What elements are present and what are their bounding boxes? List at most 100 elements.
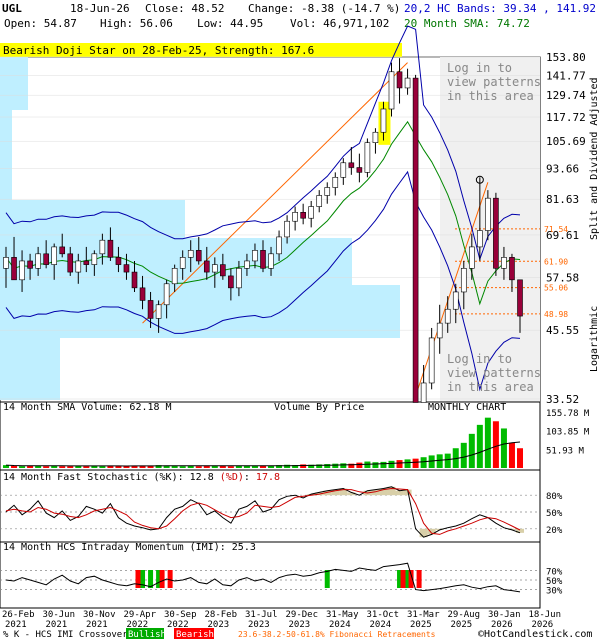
candle-body <box>83 260 90 265</box>
candle-body <box>43 253 49 265</box>
volume-bar <box>59 466 66 468</box>
date-tick-year: 2021 <box>46 620 68 630</box>
date-tick-year: 2021 <box>5 620 27 630</box>
price-tick-label: 129.74 <box>546 89 586 102</box>
date-tick-label: 31-Jul <box>245 610 278 620</box>
candle-body <box>107 239 114 258</box>
candle-body <box>469 246 475 269</box>
candle-body <box>380 108 387 133</box>
stoch-tick-label: 50% <box>546 509 563 519</box>
date-tick-label: 30-Jun <box>43 610 76 620</box>
candle-body <box>308 206 314 219</box>
candle-body <box>452 291 459 310</box>
price-tick-label: 33.52 <box>546 393 579 406</box>
price-chart: Bearish Doji Star on 28-Feb-25, Strength… <box>0 25 600 640</box>
date-tick-label: 30-Sep <box>164 610 197 620</box>
candle-body <box>276 236 282 255</box>
price-tick-label: 141.77 <box>546 69 586 82</box>
volume-bar <box>372 462 379 468</box>
fib-label: 55.06 <box>544 284 568 293</box>
volume-bar <box>484 417 491 468</box>
candle-body <box>179 257 186 269</box>
price-tick-label: 81.63 <box>546 193 579 206</box>
volume-tick-label: 103.85 M <box>546 428 590 438</box>
volume-title: 14 Month SMA Volume: 62.18 M <box>3 402 172 413</box>
vbp-bar <box>0 338 60 400</box>
candle-body <box>155 304 162 319</box>
bearish-crossover <box>135 570 141 588</box>
volume-bar <box>460 442 467 468</box>
candle-body <box>372 131 379 143</box>
price-tick-label: 45.55 <box>546 324 579 337</box>
imi-lines: 70%50%30% <box>0 562 563 597</box>
stochastic-title: 14 Month Fast Stochastic (%K): 12.8 (%D)… <box>3 472 280 483</box>
candle-body <box>485 197 491 231</box>
imi-title: 14 Month HCS Intraday Momentum (IMI): 25… <box>3 542 256 553</box>
date-tick-label: 31-May <box>326 610 359 620</box>
log-label: Logarithmic <box>589 306 600 372</box>
volume-bar <box>508 442 515 468</box>
candle-body <box>171 268 178 285</box>
date-tick-year: 2024 <box>370 620 392 630</box>
date-axis: 26-Feb202130-Jun202130-Nov202129-Apr2022… <box>2 610 561 630</box>
volume-bar <box>67 466 74 468</box>
candle-body <box>51 246 57 265</box>
volume-bar <box>492 421 499 468</box>
date-tick-label: 30-Nov <box>83 610 116 620</box>
volume-bar <box>500 428 507 468</box>
volume-sma-line <box>5 441 521 467</box>
imi-tick-label: 30% <box>546 587 563 597</box>
volume-bar <box>428 455 435 468</box>
overbought-fill <box>395 490 404 496</box>
monthly-chart-label: MONTHLY CHART <box>428 402 506 413</box>
stoch-tick-label: 80% <box>546 492 563 502</box>
date-tick-year: 2025 <box>451 620 473 630</box>
date-tick-label: 30-Jan <box>488 610 521 620</box>
candle-body <box>509 257 515 281</box>
candle-body <box>115 257 122 265</box>
candle-body <box>67 253 74 273</box>
volume-bar <box>444 453 451 468</box>
candle-body <box>340 162 347 178</box>
candle-body <box>163 283 170 306</box>
candle-body <box>404 77 411 89</box>
candle-body <box>517 279 523 317</box>
stoch-tick-label: 20% <box>546 526 563 536</box>
volume-tick-label: 155.78 M <box>546 409 590 419</box>
price-tick-label: 69.61 <box>546 229 579 242</box>
volume-by-price-label: Volume By Price <box>274 402 364 413</box>
right-axis-label: Split and Dividend Adjusted <box>589 77 600 240</box>
footer-legend: % K - HCS IMI Crossover: <box>3 630 133 640</box>
candle-body <box>292 212 298 222</box>
candle-body <box>332 176 339 188</box>
candle-body <box>228 275 234 289</box>
candle-body <box>195 250 202 262</box>
candle-body <box>35 253 41 269</box>
fib-note: 23.6-38.2-50-61.8% Fibonacci Retracement… <box>238 630 436 639</box>
copyright: ©HotCandlestick.com <box>478 629 592 640</box>
date-tick-label: 29-Aug <box>448 610 481 620</box>
date-tick-year: 2025 <box>410 620 432 630</box>
candle-body <box>212 264 218 273</box>
candle-body <box>501 257 507 269</box>
volume-bar <box>404 459 411 468</box>
candle-body <box>203 260 210 273</box>
candle-body <box>3 257 9 269</box>
fib-label: 48.98 <box>544 310 568 319</box>
volume-bar <box>420 457 427 468</box>
date-tick-year: 2023 <box>248 620 270 630</box>
bearish-crossover <box>400 570 406 588</box>
date-tick-label: 28-Feb <box>205 610 238 620</box>
candle-body <box>123 264 130 273</box>
date-tick-label: 29-Apr <box>124 610 157 620</box>
candle-body <box>19 260 25 281</box>
candle-body <box>139 287 146 301</box>
volume-bar <box>83 466 90 468</box>
candle-body <box>356 167 363 173</box>
candle-body <box>252 250 258 262</box>
candle-body <box>388 71 395 110</box>
price-tick-label: 105.69 <box>546 135 586 148</box>
candle-body <box>244 260 250 269</box>
imi-tick-label: 50% <box>546 577 563 587</box>
bearish-crossover <box>416 570 422 588</box>
